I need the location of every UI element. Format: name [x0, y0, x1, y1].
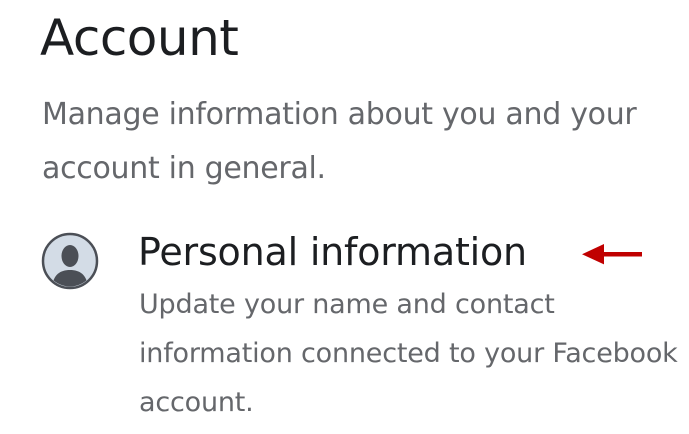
user-avatar-icon	[41, 232, 99, 290]
red-arrow-icon	[582, 242, 642, 266]
item-description: Update your name and contact information…	[139, 289, 678, 418]
section-description: Manage information about you and your ac…	[42, 97, 637, 186]
section-title: Account	[40, 9, 239, 67]
personal-information-item[interactable]: Personal information Update your name an…	[0, 218, 689, 428]
item-title: Personal information	[138, 230, 527, 274]
